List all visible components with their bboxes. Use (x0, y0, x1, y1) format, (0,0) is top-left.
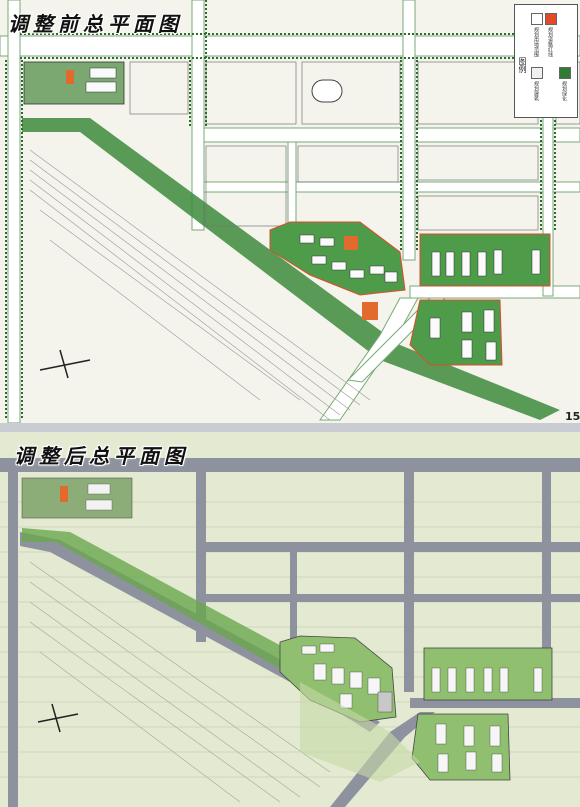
legend: 图例 规划用地范围 规划道路红线 规划建筑 规划绿化 (514, 4, 578, 118)
legend-item-building: 规划建筑 (533, 81, 539, 101)
top-map-title: 调整前总平面图 (8, 12, 183, 36)
legend-item-boundary: 规划用地范围 (533, 27, 539, 57)
panel-divider (0, 423, 580, 432)
bottom-map-panel: 调整后总平面图 (0, 432, 580, 807)
top-site-plan (0, 0, 580, 423)
page-number: 15 (565, 410, 580, 423)
legend-title: 图例 (518, 57, 527, 73)
top-map-panel: 调整前总平面图 图例 规划用地范围 规划道路红线 规划建筑 规划绿化 15 (0, 0, 580, 424)
legend-swatch-boundary (531, 13, 543, 25)
bottom-site-plan (0, 432, 580, 807)
legend-item-green: 规划绿化 (561, 81, 567, 101)
legend-swatch-road (545, 13, 557, 25)
legend-item-road: 规划道路红线 (547, 27, 553, 57)
legend-swatch-green (559, 67, 571, 79)
bottom-map-title: 调整后总平面图 (14, 444, 189, 468)
legend-swatch-building (531, 67, 543, 79)
